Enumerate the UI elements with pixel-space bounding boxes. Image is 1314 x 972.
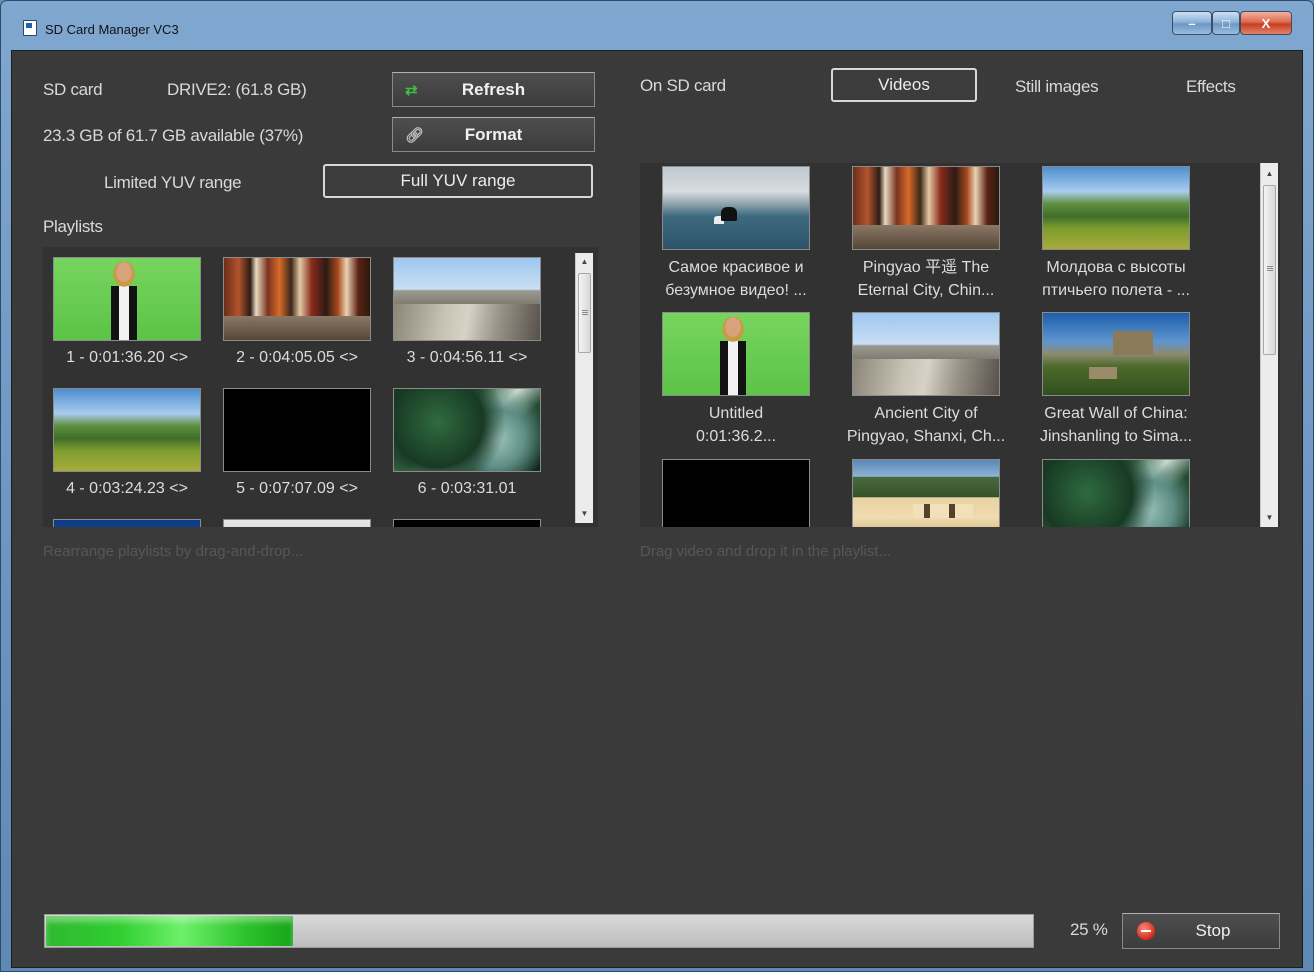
playlists-heading: Playlists bbox=[43, 217, 103, 236]
playlist-caption: 6 - 0:03:31.01 bbox=[417, 480, 517, 497]
video-title-line2: безумное видео! ... bbox=[665, 282, 807, 299]
playlist-thumbnail bbox=[223, 257, 371, 341]
refresh-label: Refresh bbox=[461, 79, 526, 99]
video-title-line2: птичьего полета - ... bbox=[1042, 282, 1190, 299]
video-thumbnail-partial[interactable] bbox=[662, 459, 810, 527]
title-bar[interactable]: SD Card Manager VC3 – □ X bbox=[1, 1, 1313, 41]
video-title-line1: Молдова с высоты bbox=[1046, 259, 1186, 276]
video-title-line2: Pingyao, Shanxi, Ch... bbox=[846, 428, 1006, 445]
video-title-line1: Ancient City of bbox=[874, 405, 978, 422]
video-title-line2: 0:01:36.2... bbox=[695, 428, 777, 445]
tab-effects[interactable]: Effects bbox=[1186, 77, 1236, 97]
sd-videos-panel[interactable]: Самое красивое и безумное видео! ... Pin… bbox=[640, 163, 1280, 527]
format-button[interactable]: 🔗︎ Format bbox=[392, 117, 595, 152]
on-sd-card-label: On SD card bbox=[640, 76, 726, 95]
video-title-line1: Great Wall of China: bbox=[1044, 405, 1188, 422]
video-thumbnail bbox=[662, 166, 810, 250]
playlist-caption: 5 - 0:07:07.09 <> bbox=[236, 480, 358, 497]
playlists-scrollbar[interactable]: ▲ ▼ bbox=[575, 253, 593, 523]
format-label: Format bbox=[464, 124, 523, 144]
maximize-button[interactable]: □ bbox=[1212, 11, 1240, 35]
progress-percent: 25 % bbox=[1070, 920, 1108, 939]
grip-icon bbox=[582, 310, 588, 311]
tab-still-images[interactable]: Still images bbox=[1015, 77, 1099, 97]
limited-yuv-option[interactable]: Limited YUV range bbox=[104, 173, 242, 193]
refresh-arrows-icon: ⇄ bbox=[405, 82, 418, 99]
scrollbar-thumb[interactable] bbox=[578, 273, 591, 353]
full-yuv-option[interactable]: Full YUV range bbox=[323, 164, 593, 198]
videos-hint: Drag video and drop it in the playlist..… bbox=[640, 543, 891, 560]
video-title-line2: Jinshanling to Sima... bbox=[1039, 428, 1193, 445]
video-thumbnail bbox=[1042, 312, 1190, 396]
grip-icon bbox=[1267, 266, 1273, 267]
playlist-caption: 4 - 0:03:24.23 <> bbox=[66, 480, 188, 497]
stop-icon bbox=[1137, 922, 1155, 940]
video-thumbnail bbox=[852, 166, 1000, 250]
playlist-thumbnail-partial[interactable] bbox=[53, 519, 201, 527]
video-thumbnail bbox=[852, 312, 1000, 396]
minimize-button[interactable]: – bbox=[1172, 11, 1212, 35]
scrollbar-thumb[interactable] bbox=[1263, 185, 1276, 355]
playlist-caption: 2 - 0:04:05.05 <> bbox=[236, 349, 358, 366]
playlist-caption: 3 - 0:04:56.11 <> bbox=[406, 349, 528, 366]
video-thumbnail-partial[interactable] bbox=[1042, 459, 1190, 527]
available-space: 23.3 GB of 61.7 GB available (37%) bbox=[43, 126, 304, 145]
playlists-hint: Rearrange playlists by drag-and-drop... bbox=[43, 543, 304, 560]
scroll-down-arrow-icon[interactable]: ▼ bbox=[576, 505, 593, 521]
drive-label: DRIVE2: (61.8 GB) bbox=[167, 80, 307, 99]
scroll-down-arrow-icon[interactable]: ▼ bbox=[1261, 509, 1278, 525]
playlist-caption: 1 - 0:01:36.20 <> bbox=[66, 349, 188, 366]
playlist-thumbnail bbox=[393, 388, 541, 472]
playlist-thumbnail bbox=[223, 388, 371, 472]
video-thumbnail bbox=[662, 312, 810, 396]
video-title-line1: Pingyao 平遥 The bbox=[862, 259, 990, 276]
scroll-up-arrow-icon[interactable]: ▲ bbox=[576, 253, 593, 269]
progress-bar bbox=[44, 914, 1034, 948]
playlist-thumbnail bbox=[53, 388, 201, 472]
refresh-button[interactable]: ⇄ Refresh bbox=[392, 72, 595, 107]
video-title-line2: Eternal City, Chin... bbox=[857, 282, 995, 299]
stop-button[interactable]: Stop bbox=[1122, 913, 1280, 949]
video-title-line1: Untitled bbox=[708, 405, 764, 422]
playlists-panel[interactable]: 1 - 0:01:36.20 <> 2 - 0:04:05.05 <> 3 - … bbox=[43, 247, 598, 527]
video-thumbnail bbox=[1042, 166, 1190, 250]
format-wrench-icon: 🔗︎ bbox=[405, 127, 425, 144]
playlist-thumbnail-partial[interactable] bbox=[393, 519, 541, 527]
window-title: SD Card Manager VC3 bbox=[45, 22, 179, 37]
scroll-up-arrow-icon[interactable]: ▲ bbox=[1261, 165, 1278, 181]
sd-card-label: SD card bbox=[43, 80, 103, 99]
progress-fill bbox=[46, 916, 293, 946]
playlist-thumbnail bbox=[53, 257, 201, 341]
playlist-thumbnail bbox=[393, 257, 541, 341]
stop-label: Stop bbox=[1195, 921, 1231, 940]
close-button[interactable]: X bbox=[1240, 11, 1292, 35]
video-title-line1: Самое красивое и bbox=[668, 259, 804, 276]
main-panel: SD card DRIVE2: (61.8 GB) 23.3 GB of 61.… bbox=[11, 50, 1303, 968]
sd-card-app-icon bbox=[23, 20, 37, 36]
video-thumbnail-partial[interactable] bbox=[852, 459, 1000, 527]
tab-videos[interactable]: Videos bbox=[831, 68, 977, 102]
app-window: SD Card Manager VC3 – □ X SD card DRIVE2… bbox=[0, 0, 1314, 972]
playlist-thumbnail-partial[interactable] bbox=[223, 519, 371, 527]
videos-scrollbar[interactable]: ▲ ▼ bbox=[1260, 163, 1278, 527]
